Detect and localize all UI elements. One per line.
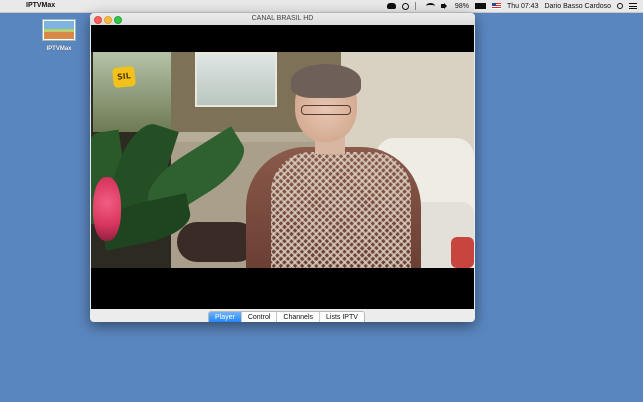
chair-arm bbox=[177, 222, 257, 262]
background-garden bbox=[93, 52, 171, 132]
desktop-icon-label: IPTVMax bbox=[46, 46, 72, 52]
background-window-glass bbox=[195, 52, 277, 107]
tab-channels[interactable]: Channels bbox=[277, 312, 320, 322]
crochet-shawl bbox=[271, 152, 411, 268]
video-player[interactable]: SIL bbox=[91, 25, 474, 309]
red-flower bbox=[93, 177, 121, 241]
view-tabs: Player Control Channels Lists IPTV bbox=[208, 311, 365, 322]
battery-level bbox=[475, 4, 485, 8]
player-window: CANAL BRASIL HD SIL Player Control Chann… bbox=[90, 13, 475, 322]
input-source-flag-icon[interactable] bbox=[491, 3, 501, 9]
time-machine-icon[interactable] bbox=[401, 2, 409, 10]
desktop-app-icon[interactable]: IPTVMax bbox=[41, 20, 77, 52]
tab-control[interactable]: Control bbox=[241, 312, 278, 322]
battery-icon[interactable] bbox=[474, 3, 486, 9]
person-hair bbox=[291, 64, 361, 98]
battery-percent[interactable]: 98% bbox=[455, 3, 469, 10]
window-title: CANAL BRASIL HD bbox=[251, 15, 314, 22]
tab-player[interactable]: Player bbox=[209, 312, 242, 322]
clock[interactable]: Thu 07:43 bbox=[507, 3, 539, 10]
wifi-icon[interactable] bbox=[425, 3, 435, 9]
notification-center-icon[interactable] bbox=[629, 3, 637, 9]
video-frame: SIL bbox=[91, 52, 474, 268]
volume-icon[interactable] bbox=[440, 3, 449, 9]
glasses bbox=[301, 105, 351, 115]
cloud-upload-icon[interactable] bbox=[386, 3, 396, 9]
status-menus: 98% Thu 07:43 Dario Basso Cardoso bbox=[386, 0, 637, 12]
user-name[interactable]: Dario Basso Cardoso bbox=[544, 3, 611, 10]
app-menu-name[interactable]: IPTVMax bbox=[26, 2, 55, 9]
spotlight-search-icon[interactable] bbox=[617, 3, 623, 9]
pillow bbox=[451, 237, 474, 268]
app-thumbnail-icon bbox=[43, 20, 75, 40]
bluetooth-icon[interactable] bbox=[414, 2, 420, 10]
channel-logo: SIL bbox=[112, 65, 136, 89]
tab-lists-iptv[interactable]: Lists IPTV bbox=[320, 312, 364, 322]
menu-bar: IPTVMax 98% Thu 07:43 Dario Basso Cardos… bbox=[0, 0, 643, 13]
